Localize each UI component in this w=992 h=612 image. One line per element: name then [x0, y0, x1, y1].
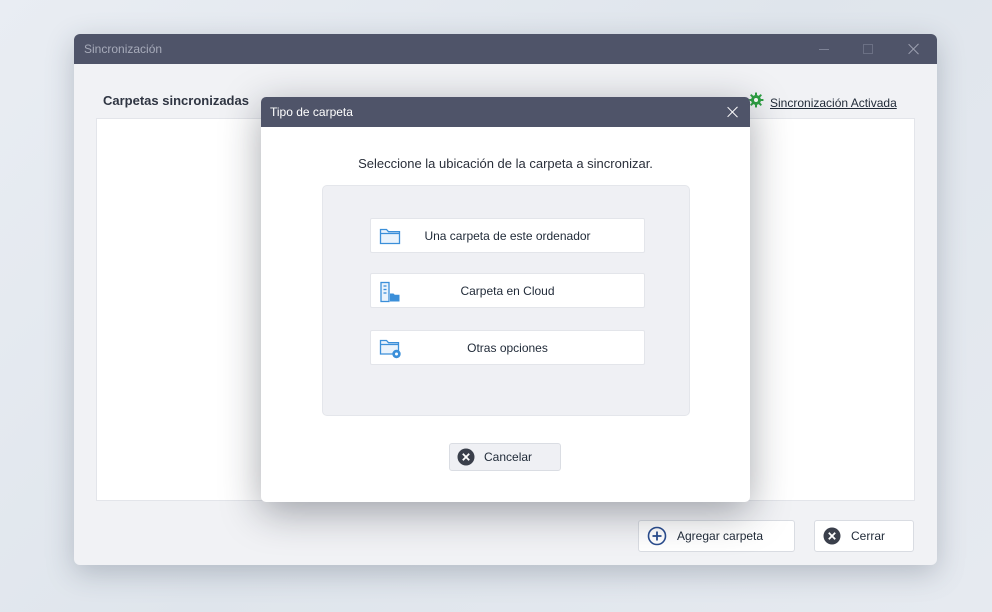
- option-local-folder[interactable]: Una carpeta de este ordenador: [370, 218, 645, 253]
- maximize-button[interactable]: [845, 34, 891, 64]
- window-close-button[interactable]: [891, 34, 937, 64]
- main-titlebar: Sincronización: [74, 34, 937, 64]
- close-button[interactable]: Cerrar: [814, 520, 914, 552]
- plus-circle-icon: [647, 526, 667, 546]
- cancel-circle-icon: [823, 527, 841, 545]
- synced-folders-heading: Carpetas sincronizadas: [103, 93, 249, 108]
- dialog-title: Tipo de carpeta: [270, 105, 353, 119]
- option-cloud-folder[interactable]: Carpeta en Cloud: [370, 273, 645, 308]
- window-title: Sincronización: [84, 42, 163, 56]
- option-cloud-folder-label: Carpeta en Cloud: [460, 283, 555, 298]
- option-other[interactable]: Otras opciones: [370, 330, 645, 365]
- dialog-prompt: Seleccione la ubicación de la carpeta a …: [358, 156, 653, 171]
- sync-status-label[interactable]: Sincronización Activada: [770, 96, 897, 110]
- dialog-titlebar: Tipo de carpeta: [261, 97, 750, 127]
- folder-settings-icon: [379, 338, 403, 360]
- add-folder-button[interactable]: Agregar carpeta: [638, 520, 795, 552]
- sync-status-link[interactable]: Sincronización Activada: [748, 92, 897, 113]
- close-icon: [908, 43, 920, 55]
- cancel-label: Cancelar: [484, 450, 533, 464]
- maximize-icon: [863, 44, 873, 54]
- options-panel: Una carpeta de este ordenador Carpeta en…: [322, 185, 690, 416]
- option-other-label: Otras opciones: [467, 340, 548, 355]
- option-local-folder-label: Una carpeta de este ordenador: [424, 228, 591, 243]
- cancel-circle-icon: [457, 448, 475, 466]
- close-label: Cerrar: [851, 529, 886, 543]
- folder-icon: [379, 226, 401, 246]
- dialog-close-button[interactable]: [722, 101, 744, 123]
- minimize-button[interactable]: [801, 34, 847, 64]
- gear-icon: [748, 92, 764, 113]
- close-icon: [727, 106, 739, 118]
- cloud-folder-icon: [379, 281, 401, 303]
- cancel-button[interactable]: Cancelar: [449, 443, 561, 471]
- add-folder-label: Agregar carpeta: [677, 529, 764, 543]
- folder-type-dialog: Tipo de carpeta Seleccione la ubicación …: [261, 97, 750, 502]
- minimize-icon: [819, 48, 829, 50]
